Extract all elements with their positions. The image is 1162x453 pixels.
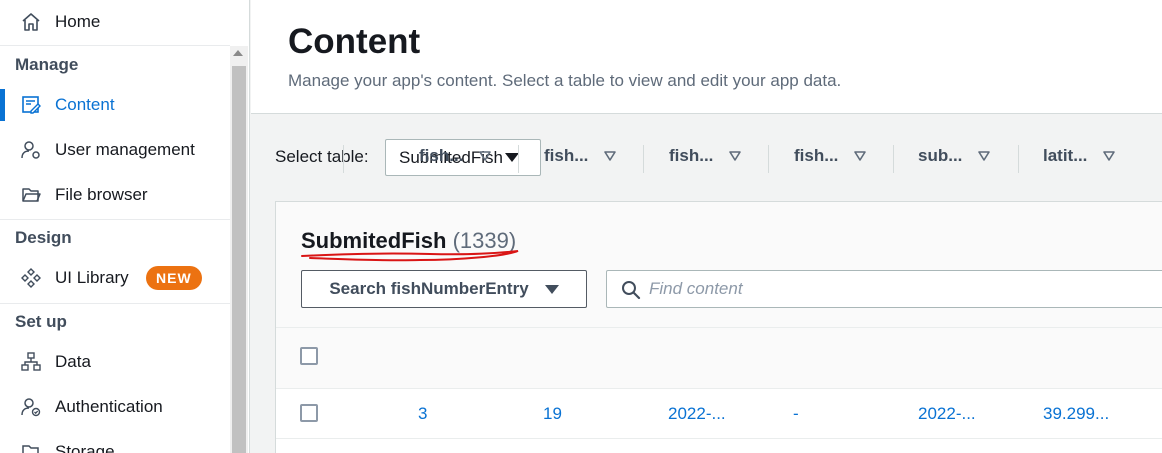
divider [0, 219, 230, 220]
sort-icon [729, 146, 742, 166]
column-header[interactable]: fish... [544, 146, 617, 166]
sidebar: Home Manage Content User management File… [0, 0, 250, 453]
table-cell[interactable]: 19 [543, 404, 562, 424]
scrollbar-thumb[interactable] [232, 66, 246, 453]
table-cell[interactable]: 39.299... [1043, 404, 1109, 424]
caret-down-icon [504, 153, 519, 162]
page-title: Content [288, 22, 421, 61]
storage-icon [20, 441, 42, 453]
sort-icon [854, 146, 867, 166]
table-cell[interactable]: 2022-... [918, 404, 976, 424]
column-divider [1018, 145, 1019, 173]
sidebar-item-storage[interactable]: Storage [0, 432, 230, 453]
sidebar-item-authentication[interactable]: Authentication [0, 387, 230, 427]
sort-icon [1103, 146, 1116, 166]
sidebar-item-label: Home [55, 12, 101, 31]
folder-icon [20, 184, 42, 206]
find-content-field[interactable] [606, 270, 1162, 308]
new-badge: NEW [146, 266, 202, 290]
column-divider [518, 145, 519, 173]
divider [0, 303, 230, 304]
section-manage: Manage [15, 55, 79, 74]
select-table-label: Select table: [275, 147, 369, 166]
search-field-dropdown[interactable]: Search fishNumberEntry [301, 270, 587, 308]
search-field-label: Search fishNumberEntry [329, 279, 529, 298]
column-header[interactable]: fish... [669, 146, 742, 166]
sidebar-item-file-browser[interactable]: File browser [0, 175, 230, 215]
content-icon [20, 94, 42, 116]
sidebar-item-label: Data [55, 352, 91, 371]
column-divider [768, 145, 769, 173]
select-all-checkbox[interactable] [300, 347, 318, 365]
column-header[interactable]: fish... [794, 146, 867, 166]
divider [0, 45, 230, 46]
sort-icon [479, 146, 492, 166]
red-underline-annotation [301, 250, 519, 262]
sidebar-item-label: User management [55, 140, 195, 159]
column-header[interactable]: fish... [419, 146, 492, 166]
user-settings-icon [20, 139, 42, 161]
data-model-icon [20, 351, 42, 373]
app-root: Home Manage Content User management File… [0, 0, 1162, 453]
sidebar-item-user-management[interactable]: User management [0, 130, 230, 170]
column-header[interactable]: latit... [1043, 146, 1116, 166]
caret-down-icon [544, 284, 559, 294]
components-icon [20, 267, 42, 289]
table-toolbar: SubmitedFish (1339) Search fishNumberEnt… [276, 202, 1162, 328]
scroll-up-arrow-icon[interactable] [233, 50, 243, 56]
sidebar-item-label: UI Library [55, 268, 129, 287]
search-icon [621, 280, 641, 305]
column-divider [893, 145, 894, 173]
sidebar-item-ui-library[interactable]: UI Library NEW [0, 258, 230, 298]
sidebar-item-label: File browser [55, 185, 148, 204]
user-verified-icon [20, 396, 42, 418]
sort-icon [978, 146, 991, 166]
sidebar-item-content[interactable]: Content [0, 85, 230, 125]
row-checkbox[interactable] [300, 404, 318, 422]
sidebar-item-label: Storage [55, 442, 115, 453]
sidebar-item-home[interactable]: Home [0, 2, 230, 42]
column-divider [643, 145, 644, 173]
table-header-row [276, 328, 1162, 389]
sort-icon [604, 146, 617, 166]
column-header[interactable]: sub... [918, 146, 991, 166]
table-cell[interactable]: 2022-... [668, 404, 726, 424]
table-cell[interactable]: 3 [418, 404, 427, 424]
table-cell[interactable]: - [793, 404, 799, 424]
row-divider [276, 438, 1162, 439]
sidebar-item-label: Authentication [55, 397, 163, 416]
sidebar-item-data[interactable]: Data [0, 342, 230, 382]
find-content-input[interactable] [649, 271, 1149, 307]
page-header: Content Manage your app's content. Selec… [251, 0, 1162, 114]
sidebar-item-label: Content [55, 95, 115, 114]
column-divider [343, 145, 344, 173]
section-setup: Set up [15, 312, 67, 331]
section-design: Design [15, 228, 72, 247]
home-icon [20, 11, 42, 33]
page-description: Manage your app's content. Select a tabl… [288, 71, 842, 90]
